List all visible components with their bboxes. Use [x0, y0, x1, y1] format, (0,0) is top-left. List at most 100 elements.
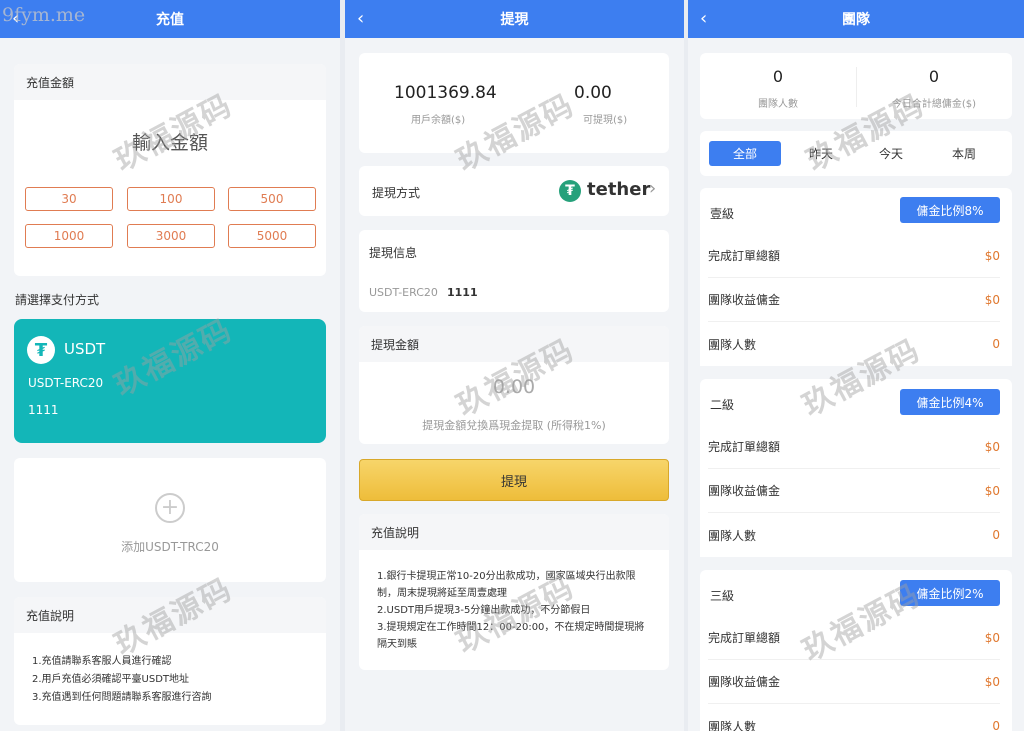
level-rows: 完成訂單總額 $0 團隊收益傭金 $0 團隊人數 0 — [700, 234, 1012, 366]
usdt-card[interactable]: ₮ USDT USDT-ERC20 1111 — [14, 319, 326, 443]
tab-yesterday[interactable]: 昨天 — [785, 141, 857, 166]
commission-ratio-button[interactable]: 傭金比例8% — [900, 197, 1000, 223]
row-label: 完成訂單總額 — [708, 249, 781, 263]
page-title: 團隊 — [842, 12, 870, 28]
tether-icon: ₮ — [27, 336, 55, 364]
withdraw-method-row[interactable]: 提現方式 ₮ tether › — [359, 166, 669, 216]
amount-option-500[interactable]: 500 — [228, 187, 316, 211]
row-value: $0 — [984, 439, 1000, 454]
row-value: $0 — [984, 674, 1000, 689]
note-item: 1.銀行卡提現正常10-20分出款成功，國家區域央行出款限制，周末提現將延至周壹… — [377, 571, 636, 599]
recharge-screen: ‹ 充值 9fym.me 充值金額 輸入金額 30 100 500 1000 3… — [0, 0, 340, 731]
level-name: 二級 — [710, 398, 735, 412]
withdraw-info-card: 提現信息 USDT-ERC20 1111 — [359, 230, 669, 312]
row-value: 0 — [992, 528, 1000, 542]
level-rows: 完成訂單總額 $0 團隊收益傭金 $0 團隊人數 0 — [700, 616, 1012, 731]
withdraw-header: ‹ 提現 — [345, 0, 684, 38]
level-name: 三級 — [710, 589, 735, 603]
balance-value: 1001369.84 — [394, 83, 497, 103]
available-label: 可提現($) — [583, 115, 628, 126]
back-arrow-icon[interactable]: ‹ — [700, 8, 707, 29]
usdt-card-address: 1111 — [28, 403, 59, 417]
info-network: USDT-ERC20 — [369, 286, 438, 299]
amount-option-5000[interactable]: 5000 — [228, 224, 316, 248]
row-value: $0 — [984, 483, 1000, 498]
team-screen: ‹ 團隊 0 團隊人數 0 今日合計總傭金($) 全部 昨天 今天 本周 壹級 … — [688, 0, 1024, 731]
row-label: 團隊人數 — [708, 528, 757, 543]
row-label: 團隊人數 — [708, 337, 757, 352]
commission-value: 0 — [928, 67, 940, 86]
table-row: 完成訂單總額 $0 — [708, 234, 1000, 278]
row-label: 團隊收益傭金 — [708, 484, 781, 498]
withdraw-submit-button[interactable]: 提現 — [359, 459, 669, 501]
amount-hint: 提現金額兌換爲現金提取 (所得稅1%) — [422, 419, 606, 432]
table-row: 團隊人數 0 — [708, 704, 1000, 731]
level-card-2: 二級 傭金比例4% 完成訂單總額 $0 團隊收益傭金 $0 團隊人數 0 — [700, 379, 1012, 557]
amount-option-100[interactable]: 100 — [127, 187, 215, 211]
page-title: 充值 — [156, 12, 184, 28]
commission-label: 今日合計總傭金($) — [891, 99, 977, 110]
notes-list: 1.銀行卡提現正常10-20分出款成功，國家區域央行出款限制，周末提現將延至周壹… — [377, 568, 652, 653]
note-item: 1.充值請聯系客服人員進行確認 — [32, 656, 172, 667]
amount-label: 充值金額 — [14, 64, 326, 100]
amount-option-1000[interactable]: 1000 — [25, 224, 113, 248]
row-label: 完成訂單總額 — [708, 631, 781, 645]
withdraw-screen: ‹ 提現 1001369.84 用戶余額($) 0.00 可提現($) 提現方式… — [345, 0, 684, 731]
team-count-label: 團隊人數 — [758, 99, 798, 110]
notes-list: 1.充值請聯系客服人員進行確認 2.用戶充值必須確認平臺USDT地址 3.充值遇… — [32, 653, 212, 707]
row-label: 團隊收益傭金 — [708, 293, 781, 307]
row-value: 0 — [992, 719, 1000, 731]
method-label: 提現方式 — [372, 186, 421, 200]
commission-ratio-button[interactable]: 傭金比例4% — [900, 389, 1000, 415]
balance-label: 用戶余額($) — [411, 115, 466, 126]
row-value: $0 — [984, 248, 1000, 263]
note-item: 2.用戶充值必須確認平臺USDT地址 — [32, 674, 190, 685]
table-row: 團隊人數 0 — [708, 513, 1000, 557]
level-rows: 完成訂單總額 $0 團隊收益傭金 $0 團隊人數 0 — [700, 425, 1012, 557]
add-label: 添加USDT-TRC20 — [121, 540, 219, 554]
note-item: 3.充值遇到任何問題請聯系客服進行咨詢 — [32, 692, 212, 703]
tab-today[interactable]: 今天 — [855, 141, 927, 166]
info-address: 1111 — [447, 286, 478, 299]
withdraw-amount-card: 提現金額 0.00 提現金額兌換爲現金提取 (所得稅1%) — [359, 326, 669, 444]
table-row: 完成訂單總額 $0 — [708, 425, 1000, 469]
notes-title: 充值說明 — [14, 597, 326, 633]
balance-card: 1001369.84 用戶余額($) 0.00 可提現($) — [359, 53, 669, 153]
amount-option-30[interactable]: 30 — [25, 187, 113, 211]
level-card-1: 壹級 傭金比例8% 完成訂單總額 $0 團隊收益傭金 $0 團隊人數 0 — [700, 188, 1012, 366]
table-row: 團隊收益傭金 $0 — [708, 278, 1000, 322]
table-row: 完成訂單總額 $0 — [708, 616, 1000, 660]
plus-circle-icon: + — [155, 493, 185, 523]
team-stats-card: 0 團隊人數 0 今日合計總傭金($) — [700, 53, 1012, 119]
table-row: 團隊收益傭金 $0 — [708, 660, 1000, 704]
row-value: $0 — [984, 292, 1000, 307]
amount-option-3000[interactable]: 3000 — [127, 224, 215, 248]
team-count-value: 0 — [772, 67, 784, 86]
tab-this-week[interactable]: 本周 — [928, 141, 1000, 166]
recharge-notes-card: 充值說明 1.充值請聯系客服人員進行確認 2.用戶充值必須確認平臺USDT地址 … — [14, 597, 326, 725]
row-value: $0 — [984, 630, 1000, 645]
add-card[interactable]: + 添加USDT-TRC20 — [14, 458, 326, 582]
tether-brand: tether — [587, 179, 651, 200]
pay-method-label: 請選擇支付方式 — [15, 293, 100, 307]
tether-icon: ₮ — [559, 180, 581, 202]
level-card-3: 三級 傭金比例2% 完成訂單總額 $0 團隊收益傭金 $0 團隊人數 0 — [700, 570, 1012, 731]
row-value: 0 — [992, 337, 1000, 351]
tab-all[interactable]: 全部 — [709, 141, 781, 166]
table-row: 團隊人數 0 — [708, 322, 1000, 366]
usdt-card-network: USDT-ERC20 — [28, 376, 104, 390]
table-row: 團隊收益傭金 $0 — [708, 469, 1000, 513]
chevron-right-icon: › — [649, 178, 657, 199]
level-name: 壹級 — [710, 207, 735, 221]
note-item: 2.USDT用戶提現3-5分鐘出款成功，不分節假日 — [377, 605, 591, 616]
team-header: ‹ 團隊 — [688, 0, 1024, 38]
page-title: 提現 — [500, 12, 529, 28]
usdt-card-name: USDT — [64, 340, 106, 358]
commission-ratio-button[interactable]: 傭金比例2% — [900, 580, 1000, 606]
row-label: 團隊收益傭金 — [708, 675, 781, 689]
amount-input[interactable]: 輸入金額 — [14, 128, 326, 155]
back-arrow-icon[interactable]: ‹ — [357, 8, 364, 29]
notes-title: 充值說明 — [359, 514, 669, 550]
amount-card: 充值金額 輸入金額 30 100 500 1000 3000 5000 — [14, 64, 326, 276]
amount-input[interactable]: 0.00 — [359, 376, 669, 398]
